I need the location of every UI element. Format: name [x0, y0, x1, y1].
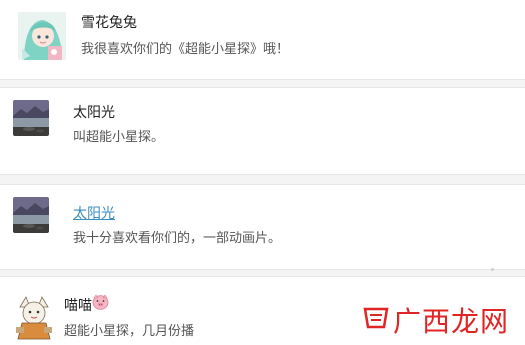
comment-text: 我很喜欢你们的《超能小星探》哦！ — [81, 42, 290, 57]
watermark-logo-icon — [363, 307, 389, 329]
comment-item: 雪花兔兔 我很喜欢你们的《超能小星探》哦！ — [0, 0, 525, 80]
landscape-avatar[interactable] — [13, 100, 49, 136]
comment-text: 超能小星探，几月份播 — [64, 324, 195, 339]
pig-face-emoji — [92, 294, 109, 310]
landscape-avatar[interactable] — [13, 197, 49, 233]
comment-text: 叫超能小星探。 — [73, 130, 165, 145]
comment-item: 太阳光 我十分喜欢看你们的，一部动画片。 — [0, 184, 525, 270]
commenter-name[interactable]: 太阳光 — [73, 102, 115, 122]
watermark-text: 广西龙网 — [393, 305, 510, 338]
comment-item: 太阳光 叫超能小星探。 — [0, 87, 525, 175]
comment-list: 雪花兔兔 我很喜欢你们的《超能小星探》哦！ 太阳光 叫超能小星探。 太阳光 我十… — [0, 0, 525, 345]
divider-dot — [491, 268, 494, 271]
commenter-name[interactable]: 雪花兔兔 — [81, 12, 137, 32]
cartoon-avatar[interactable] — [12, 293, 56, 341]
commenter-name[interactable]: 喵喵 — [64, 295, 92, 315]
commenter-name-link[interactable]: 太阳光 — [73, 203, 115, 223]
anime-girl-avatar[interactable] — [18, 12, 66, 60]
comment-text: 我十分喜欢看你们的，一部动画片。 — [73, 231, 282, 246]
